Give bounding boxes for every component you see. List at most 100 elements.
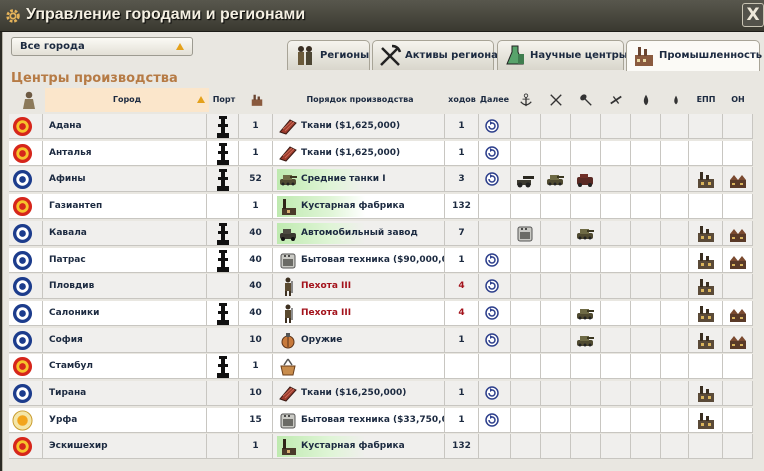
tab-industry[interactable]: Промышленность: [626, 40, 762, 71]
next-cell[interactable]: [479, 407, 511, 433]
textile-icon: [278, 144, 298, 163]
greece-emblem-icon: [12, 277, 33, 297]
resource-cell: [571, 114, 601, 139]
next-cycle-icon[interactable]: [485, 172, 499, 187]
next-cell[interactable]: [479, 167, 511, 193]
production-order[interactable]: Ткани ($16,250,000): [273, 381, 445, 406]
production-order[interactable]: Кустарная фабрика: [273, 194, 445, 220]
production-order[interactable]: Бытовая техника ($33,750,0: [273, 407, 445, 433]
city-name[interactable]: Афины: [43, 167, 207, 193]
city-name[interactable]: Патрас: [43, 247, 207, 273]
epp-cell: [689, 167, 723, 193]
production-order[interactable]: Бытовая техника ($90,000,0: [273, 247, 445, 273]
city-name[interactable]: Тирана: [43, 381, 207, 406]
resource-cell: [571, 167, 601, 193]
table-row[interactable]: Адана 1 Ткани ($1,625,000) 1: [9, 114, 764, 140]
armored-car-icon: [575, 170, 595, 189]
next-cell[interactable]: [479, 247, 511, 273]
tab-research-centers[interactable]: Научные центры: [497, 40, 628, 70]
next-cell[interactable]: [479, 274, 511, 300]
table-row[interactable]: София 10 Оружие 1: [9, 327, 764, 354]
on-cell: [723, 300, 753, 326]
production-order[interactable]: [273, 354, 445, 380]
emblem-cell: [9, 220, 43, 246]
city-name[interactable]: Стамбул: [43, 354, 207, 380]
production-order[interactable]: Пехота III: [273, 300, 445, 326]
production-order[interactable]: Ткани ($1,625,000): [273, 140, 445, 166]
next-cycle-icon[interactable]: [485, 386, 499, 400]
city-filter-dropdown[interactable]: Все города: [11, 37, 193, 56]
city-name[interactable]: Пловдив: [43, 274, 207, 300]
crossed-swords-column-header: [541, 88, 571, 112]
production-order[interactable]: Оружие: [273, 327, 445, 353]
resource-cell: [571, 407, 601, 433]
resource-cell: [661, 300, 689, 326]
port-icon: [216, 222, 230, 245]
next-cycle-icon[interactable]: [485, 119, 499, 133]
table-row[interactable]: Салоники 40 Пехота III 4: [9, 300, 764, 327]
production-order[interactable]: Пехота III: [273, 274, 445, 300]
plant-icon: [728, 170, 748, 189]
order-label: Бытовая техника ($90,000,0: [301, 254, 445, 265]
production-order[interactable]: Кустарная фабрика: [273, 434, 445, 460]
next-cell[interactable]: [479, 327, 511, 353]
sort-arrow-icon: [197, 96, 205, 103]
plane-column-header: [601, 88, 631, 112]
factory-level: 1: [239, 194, 273, 220]
city-name[interactable]: Анталья: [43, 140, 207, 166]
resource-cell: [541, 327, 571, 353]
anchor-icon: [519, 93, 533, 107]
resource-cell: [631, 114, 661, 139]
table-row[interactable]: Анталья 1 Ткани ($1,625,000) 1: [9, 140, 764, 167]
port-cell: [207, 194, 239, 220]
turns-count: 1: [445, 407, 479, 433]
next-cell[interactable]: [479, 114, 511, 139]
city-name[interactable]: Адана: [43, 114, 207, 139]
resource-cell: [631, 434, 661, 460]
table-row[interactable]: Газиантеп 1 Кустарная фабрика 132: [9, 194, 764, 220]
tab-regions[interactable]: Регионы: [287, 40, 370, 70]
production-order[interactable]: Автомобильный завод: [273, 220, 445, 246]
turns-count: 4: [445, 274, 479, 300]
next-cell[interactable]: [479, 381, 511, 406]
oil-drop-icon: [639, 93, 653, 107]
table-row[interactable]: Патрас 40 Бытовая техника ($90,000,0 1: [9, 247, 764, 274]
resource-cell: [661, 140, 689, 166]
table-row[interactable]: Пловдив 40 Пехота III 4: [9, 274, 764, 300]
table-row[interactable]: Кавала 40 Автомобильный завод 7: [9, 220, 764, 247]
resource-cell: [571, 247, 601, 273]
tab-region-assets[interactable]: Активы региона: [372, 40, 498, 70]
emblem-cell: [9, 354, 43, 380]
table-row[interactable]: Урфа 15 Бытовая техника ($33,750,0 1: [9, 407, 764, 434]
table-row[interactable]: Афины 52 Средние танки I 3: [9, 167, 764, 193]
resource-cell: [661, 194, 689, 220]
city-column-header[interactable]: Город: [45, 88, 209, 112]
table-row[interactable]: Эскишехир 1 Кустарная фабрика 132: [9, 434, 764, 460]
next-cycle-icon[interactable]: [485, 332, 499, 347]
next-cell[interactable]: [479, 140, 511, 166]
city-name[interactable]: Газиантеп: [43, 194, 207, 220]
next-cycle-icon[interactable]: [485, 306, 499, 320]
city-name[interactable]: Эскишехир: [43, 434, 207, 460]
city-name[interactable]: Кавала: [43, 220, 207, 246]
next-cycle-icon[interactable]: [485, 145, 499, 160]
epp-column-header: ЕПП: [696, 95, 716, 104]
table-row[interactable]: Стамбул 1: [9, 354, 764, 380]
city-name[interactable]: Салоники: [43, 300, 207, 326]
order-label: Кустарная фабрика: [301, 201, 405, 212]
city-name[interactable]: София: [43, 327, 207, 353]
city-name[interactable]: Урфа: [43, 407, 207, 433]
next-cell[interactable]: [479, 300, 511, 326]
resource-cell: [571, 327, 601, 353]
textile-icon: [278, 117, 298, 136]
resource-cell: [511, 114, 541, 139]
table-row[interactable]: Тирана 10 Ткани ($16,250,000) 1: [9, 381, 764, 407]
turkey-emblem-icon: [12, 143, 33, 163]
next-cycle-icon[interactable]: [485, 252, 499, 267]
production-order[interactable]: Ткани ($1,625,000): [273, 114, 445, 139]
production-order[interactable]: Средние танки I: [273, 167, 445, 193]
next-cycle-icon[interactable]: [485, 412, 499, 427]
on-cell: [723, 327, 753, 353]
close-button[interactable]: X: [742, 3, 764, 27]
next-cycle-icon[interactable]: [485, 279, 499, 293]
